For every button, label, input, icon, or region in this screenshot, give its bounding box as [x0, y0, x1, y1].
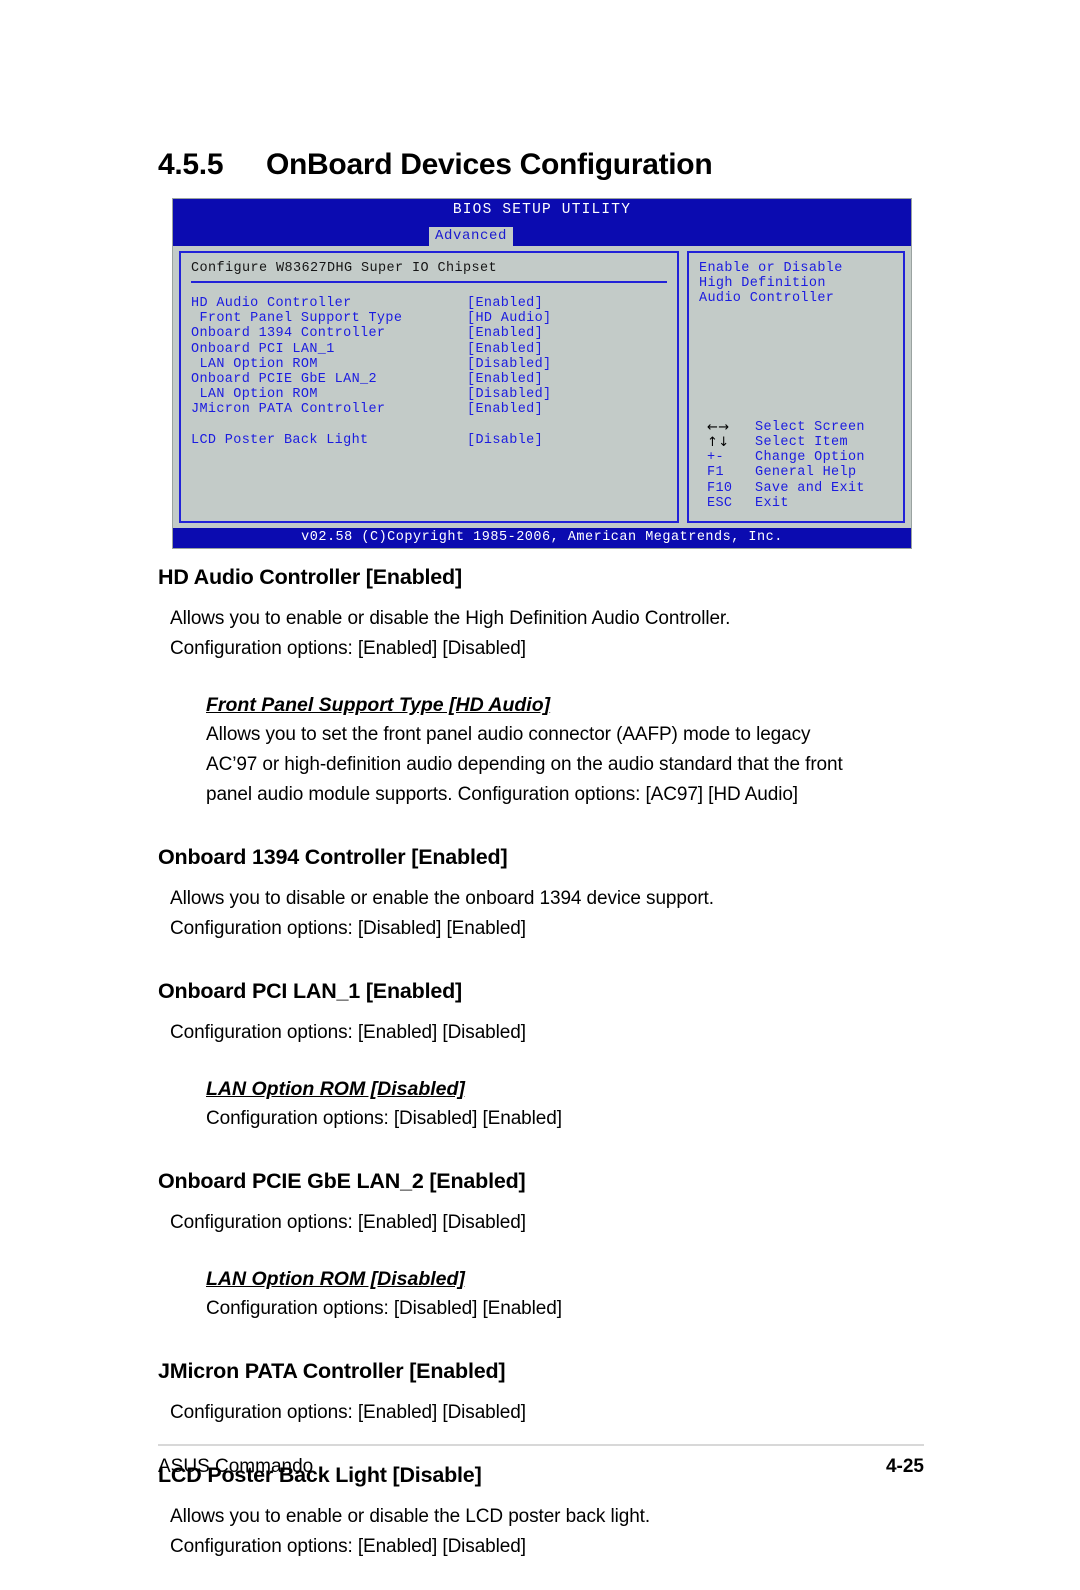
- option-value: [Enabled]: [467, 402, 544, 418]
- article-body: HD Audio Controller [Enabled] Allows you…: [158, 565, 924, 1562]
- subsection-lan-option-rom-1: LAN Option ROM [Disabled] Configuration …: [206, 1078, 924, 1134]
- help-line: High Definition: [699, 276, 826, 292]
- key-action: Exit: [755, 495, 789, 511]
- paragraph-hd-audio-1: Allows you to enable or disable the High…: [170, 608, 731, 629]
- footer-divider: [158, 1444, 924, 1446]
- key-action: Select Item: [755, 434, 848, 450]
- option-value: [Disabled]: [467, 356, 552, 372]
- option-value: [Disable]: [467, 432, 544, 448]
- heading-front-panel-support-type: Front Panel Support Type [HD Audio]: [206, 694, 551, 716]
- bios-title-bar: BIOS SETUP UTILITY: [173, 199, 911, 227]
- bios-setup-screenshot: BIOS SETUP UTILITY Advanced Configure W8…: [172, 198, 912, 549]
- bios-help-panel: Enable or Disable High Definition Audio …: [687, 251, 905, 523]
- option-label: Onboard 1394 Controller: [191, 326, 386, 342]
- option-label: JMicron PATA Controller: [191, 402, 386, 418]
- option-label: Onboard PCI LAN_1: [191, 341, 335, 357]
- bios-settings-panel: Configure W83627DHG Super IO Chipset HD …: [179, 251, 679, 523]
- bios-option-row[interactable]: Onboard PCI LAN_1 [Enabled]: [191, 342, 667, 357]
- heading-onboard-pcie-gbe-lan2: Onboard PCIE GbE LAN_2 [Enabled]: [158, 1169, 526, 1193]
- paragraph-hd-audio-2: Configuration options: [Enabled] [Disabl…: [170, 638, 526, 659]
- bios-option-row[interactable]: LAN Option ROM [Disabled]: [191, 387, 667, 402]
- key-legend-row: ↑↓ Select Item: [707, 435, 865, 450]
- bios-option-row[interactable]: LAN Option ROM [Disabled]: [191, 357, 667, 372]
- paragraph-front-panel-1: Allows you to set the front panel audio …: [206, 724, 811, 745]
- subsection-lan-option-rom-2: LAN Option ROM [Disabled] Configuration …: [206, 1268, 924, 1324]
- heading-lan-option-rom-1: LAN Option ROM [Disabled]: [206, 1078, 465, 1100]
- paragraph-lan-option-rom-1: Configuration options: [Disabled] [Enabl…: [206, 1108, 562, 1129]
- option-label: Front Panel Support Type: [191, 311, 403, 327]
- paragraph-lan-option-rom-2: Configuration options: [Disabled] [Enabl…: [206, 1298, 562, 1319]
- key-action: Select Screen: [755, 419, 865, 435]
- option-value: [Disabled]: [467, 387, 552, 403]
- bios-body: Configure W83627DHG Super IO Chipset HD …: [173, 246, 911, 528]
- paragraph-jmicron-1: Configuration options: [Enabled] [Disabl…: [170, 1402, 526, 1423]
- key-legend-row: F10 Save and Exit: [707, 481, 865, 496]
- key-f1: F1: [707, 465, 724, 481]
- help-line: Audio Controller: [699, 291, 835, 307]
- key-f10: F10: [707, 480, 733, 496]
- subsection-front-panel-support-type: Front Panel Support Type [HD Audio] Allo…: [206, 694, 924, 810]
- bios-option-row-lcd-poster[interactable]: LCD Poster Back Light [Disable]: [191, 433, 667, 448]
- arrow-up-down-icon: ↑↓: [707, 434, 730, 450]
- bios-copyright-bar: v02.58 (C)Copyright 1985-2006, American …: [173, 528, 911, 548]
- paragraph-front-panel-2: AC’97 or high-definition audio depending…: [206, 754, 843, 775]
- option-label: LAN Option ROM: [191, 387, 318, 403]
- section-title: OnBoard Devices Configuration: [266, 148, 713, 181]
- key-legend-row: ESC Exit: [707, 496, 865, 511]
- bios-option-row[interactable]: JMicron PATA Controller [Enabled]: [191, 402, 667, 417]
- option-label: HD Audio Controller: [191, 296, 352, 311]
- page-title: 4.5.5 OnBoard Devices Configuration: [158, 148, 918, 182]
- paragraph-lcd-poster-1: Allows you to enable or disable the LCD …: [170, 1506, 651, 1527]
- bios-option-row[interactable]: Onboard PCIE GbE LAN_2 [Enabled]: [191, 372, 667, 387]
- help-line: Enable or Disable: [699, 261, 843, 276]
- paragraph-pci-lan1-1: Configuration options: [Enabled] [Disabl…: [170, 1022, 526, 1043]
- option-value: [Enabled]: [467, 296, 544, 311]
- key-esc: ESC: [707, 495, 733, 511]
- option-label: LCD Poster Back Light: [191, 432, 369, 448]
- bios-key-legend: ←→ Select Screen ↑↓ Select Item +- Chang…: [707, 420, 865, 511]
- footer-page-number: 4-25: [885, 1456, 924, 1477]
- option-value: [Enabled]: [467, 341, 544, 357]
- option-label: LAN Option ROM: [191, 356, 318, 372]
- key-action: Change Option: [755, 450, 865, 466]
- option-value: [Enabled]: [467, 372, 544, 388]
- heading-hd-audio-controller: HD Audio Controller [Enabled]: [158, 565, 462, 589]
- tab-advanced[interactable]: Advanced: [429, 227, 514, 246]
- heading-jmicron-pata-controller: JMicron PATA Controller [Enabled]: [158, 1359, 506, 1383]
- bios-option-row[interactable]: Onboard 1394 Controller [Enabled]: [191, 326, 667, 341]
- bios-tab-bar: Advanced: [173, 227, 911, 246]
- paragraph-lcd-poster-2: Configuration options: [Enabled] [Disabl…: [170, 1536, 526, 1557]
- bios-config-header: Configure W83627DHG Super IO Chipset: [191, 261, 667, 283]
- key-action: General Help: [755, 465, 857, 481]
- option-value: [Enabled]: [467, 326, 544, 342]
- section-number: 4.5.5: [158, 148, 224, 181]
- bios-title: BIOS SETUP UTILITY: [452, 202, 632, 218]
- paragraph-1394-2: Configuration options: [Disabled] [Enabl…: [170, 918, 526, 939]
- option-value: [HD Audio]: [467, 311, 552, 327]
- arrow-left-right-icon: ←→: [707, 419, 730, 435]
- key-legend-row: F1 General Help: [707, 465, 865, 480]
- option-label: Onboard PCIE GbE LAN_2: [191, 372, 377, 388]
- key-action: Save and Exit: [755, 480, 865, 496]
- heading-lan-option-rom-2: LAN Option ROM [Disabled]: [206, 1268, 465, 1290]
- key-legend-row: +- Change Option: [707, 450, 865, 465]
- heading-onboard-pci-lan1: Onboard PCI LAN_1 [Enabled]: [158, 979, 462, 1003]
- paragraph-1394-1: Allows you to disable or enable the onbo…: [170, 888, 714, 909]
- key-legend-row: ←→ Select Screen: [707, 420, 865, 435]
- key-plus-minus: +-: [707, 450, 724, 466]
- heading-onboard-1394-controller: Onboard 1394 Controller [Enabled]: [158, 845, 508, 869]
- bios-option-row[interactable]: Front Panel Support Type [HD Audio]: [191, 311, 667, 326]
- bios-option-row[interactable]: HD Audio Controller [Enabled]: [191, 296, 667, 311]
- paragraph-pcie-lan2-1: Configuration options: [Enabled] [Disabl…: [170, 1212, 526, 1233]
- paragraph-front-panel-3: panel audio module supports. Configurati…: [206, 784, 798, 805]
